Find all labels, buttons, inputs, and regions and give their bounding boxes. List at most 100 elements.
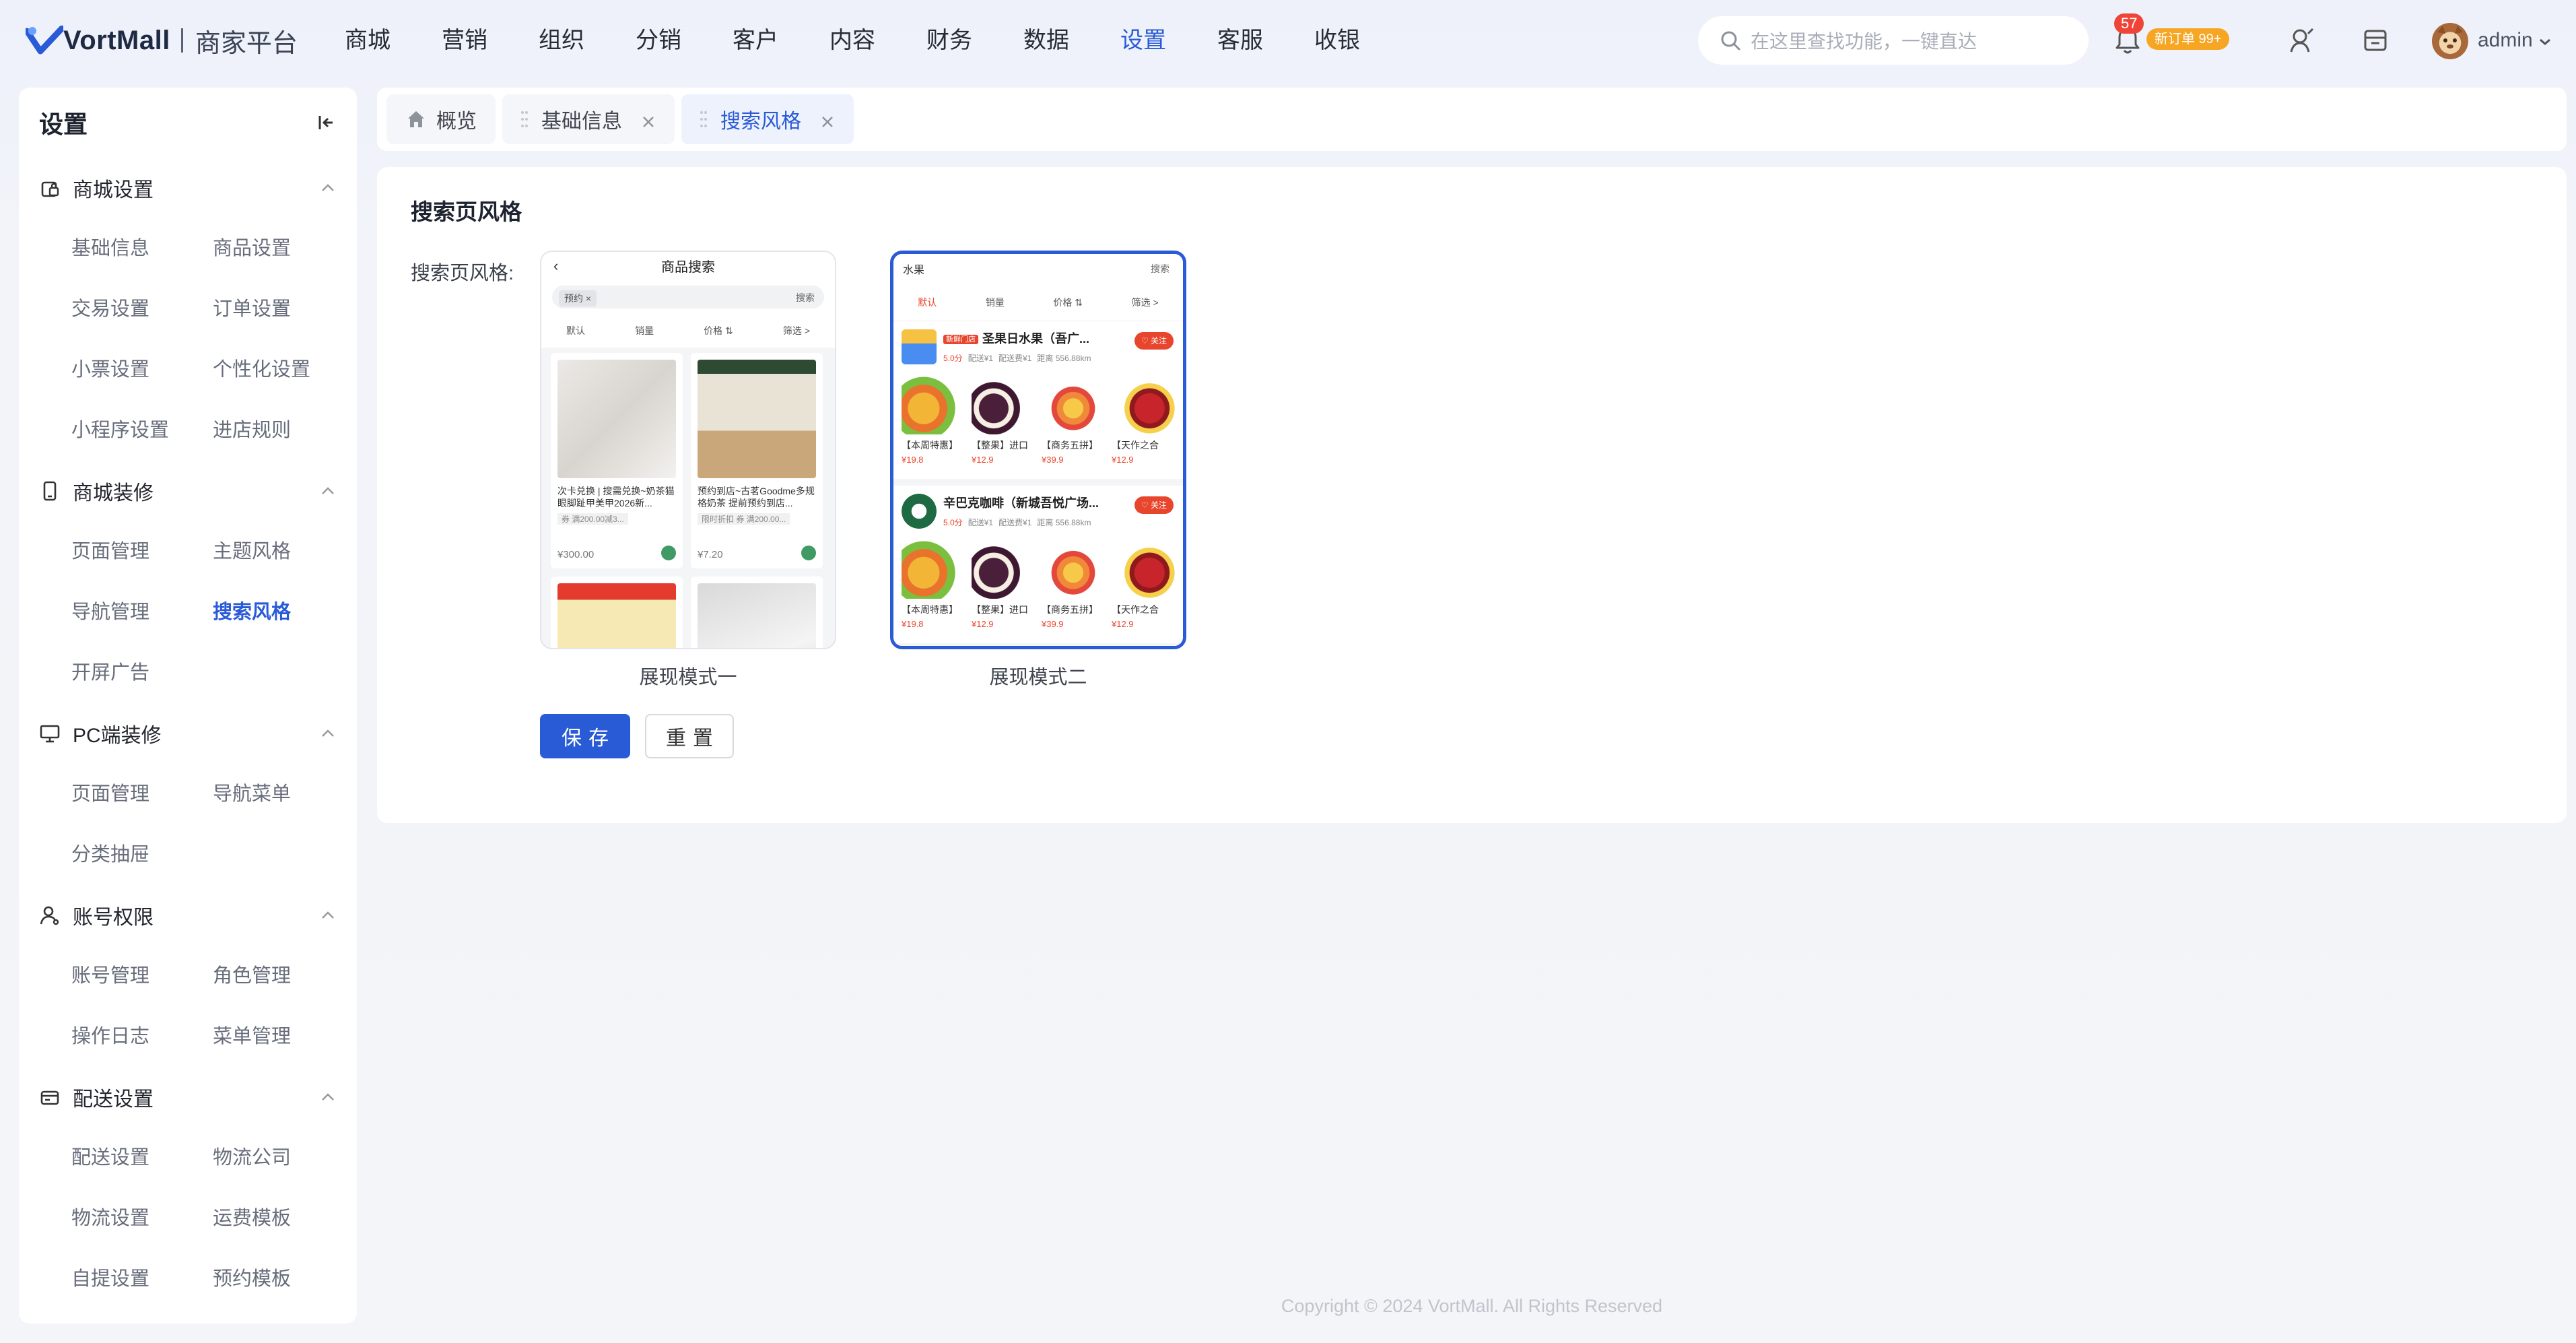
- shop-name-text: 圣果日水果（吾广...: [982, 332, 1090, 346]
- chevron-up-icon: [319, 907, 337, 924]
- style-option-mode-2[interactable]: 水果 搜索 默认 销量 价格 ⇅ 筛选 > 新鲜门店 圣果日水果（吾广... 5.0分 配送…: [890, 251, 1186, 649]
- goods-item: 【商务五拼】 ¥39.9: [1042, 376, 1105, 465]
- goods-image: [1112, 376, 1175, 434]
- style-option-mode-1[interactable]: ‹ 商品搜索 预约 × 搜索 默认 销量 价格 ⇅ 筛选 > 次卡兑换 | 搜需兑换~…: [540, 251, 836, 649]
- tab-0[interactable]: 概览: [386, 94, 496, 144]
- save-button[interactable]: 保存: [540, 714, 630, 758]
- goods-image: [902, 376, 965, 434]
- goods-item: 【整果】进口 ¥12.9: [972, 376, 1035, 465]
- sidebar-group-items: 账号管理 角色管理 操作日志 菜单管理: [19, 946, 357, 1067]
- drag-handle-icon[interactable]: [700, 110, 707, 128]
- goods-name: 【整果】进口: [972, 604, 1028, 615]
- chevron-down-icon: [2540, 38, 2551, 45]
- logo-text: VortMall: [63, 25, 170, 55]
- sidebar-item[interactable]: 预约模板: [213, 1249, 354, 1309]
- goods-name: 【整果】进口: [972, 440, 1028, 451]
- goods-item: 【本周特惠】 ¥19.8: [902, 541, 965, 629]
- logo-v-icon: [24, 25, 65, 55]
- user-menu[interactable]: admin: [2478, 27, 2552, 54]
- goods-item: 【本周特惠】 ¥19.8: [902, 376, 965, 465]
- goods-price: ¥19.8: [902, 619, 924, 629]
- feature-search-input[interactable]: 在这里查找功能，一键直达: [1698, 16, 2089, 65]
- sidebar-item[interactable]: 页面管理: [71, 764, 213, 824]
- preview2-search-button: 搜索: [1151, 263, 1170, 274]
- new-order-badge[interactable]: 新订单 99+: [2146, 28, 2230, 50]
- sidebar-item[interactable]: 搜索风格: [213, 582, 354, 643]
- shop-min: 配送费¥1: [998, 354, 1032, 363]
- sidebar-item[interactable]: 基础信息: [71, 218, 213, 279]
- drag-handle-icon[interactable]: [521, 110, 528, 128]
- sidebar-item[interactable]: 分类抽屉: [71, 824, 213, 885]
- product-coupon: 券 满200.00减3...: [557, 513, 628, 525]
- brand-logo[interactable]: VortMall 商家平台: [24, 22, 298, 59]
- collapse-sidebar-icon[interactable]: [316, 112, 337, 133]
- search-placeholder: 在这里查找功能，一键直达: [1751, 31, 1977, 52]
- delivery-icon: [39, 1086, 61, 1108]
- close-icon[interactable]: [820, 112, 835, 127]
- sidebar-item[interactable]: 菜单管理: [213, 1006, 354, 1067]
- sidebar-item[interactable]: 运费模板: [213, 1188, 354, 1249]
- sidebar-item[interactable]: 交易设置: [71, 279, 213, 339]
- cart-icon: [801, 546, 816, 560]
- topnav-item-10[interactable]: 收银: [1314, 20, 1411, 61]
- tab-1[interactable]: 基础信息: [502, 94, 675, 144]
- topnav-item-9[interactable]: 客服: [1217, 20, 1314, 61]
- preview1-search-box: 预约 × 搜索: [552, 286, 824, 308]
- sidebar-item[interactable]: 开屏广告: [71, 643, 213, 703]
- sidebar-item[interactable]: 自提设置: [71, 1249, 213, 1309]
- topnav-item-7[interactable]: 数据: [1023, 20, 1120, 61]
- topnav-item-0[interactable]: 商城: [345, 20, 442, 61]
- sidebar-item[interactable]: 小程序设置: [71, 400, 213, 461]
- goods-name: 【天作之合: [1112, 440, 1159, 451]
- shop-goods: 【本周特惠】 ¥19.8 【整果】进口 ¥12.9 【商务五拼】 ¥39.9 【天作之合 ¥1…: [902, 376, 1175, 465]
- product-price: ¥7.20: [698, 549, 723, 560]
- topnav-item-5[interactable]: 内容: [829, 20, 926, 61]
- topnav-item-1[interactable]: 营销: [442, 20, 539, 61]
- sidebar-item[interactable]: 商品设置: [213, 218, 354, 279]
- store-icon[interactable]: [2362, 27, 2389, 54]
- sidebar-item[interactable]: 导航管理: [71, 582, 213, 643]
- topnav-item-6[interactable]: 财务: [926, 20, 1023, 61]
- sidebar-item[interactable]: 主题风格: [213, 521, 354, 582]
- sidebar-group-0[interactable]: 商城设置: [19, 158, 357, 218]
- close-icon[interactable]: [641, 112, 656, 127]
- goods-name: 【本周特惠】: [902, 604, 958, 615]
- topnav-item-8[interactable]: 设置: [1120, 20, 1217, 61]
- sidebar-item[interactable]: 个性化设置: [213, 339, 354, 400]
- username: admin: [2478, 29, 2533, 51]
- sidebar-item[interactable]: 订单设置: [213, 279, 354, 339]
- shop-card: 辛巴克咖啡（新城吾悦广场... 5.0分 配送¥1 配送费¥1 距离 556.88km ♡…: [893, 486, 1183, 646]
- preview1-product-grid: 次卡兑换 | 搜需兑换~奶茶猫眼脚趾甲美甲2026新... 券 满200.00减3…: [541, 353, 835, 648]
- topnav-item-3[interactable]: 分销: [636, 20, 733, 61]
- goods-image: [1042, 376, 1105, 434]
- sidebar-item[interactable]: 配送设置: [71, 1127, 213, 1188]
- sidebar-group-2[interactable]: PC端装修: [19, 703, 357, 764]
- sidebar-item[interactable]: 小票设置: [71, 339, 213, 400]
- sidebar-group-3[interactable]: 账号权限: [19, 885, 357, 946]
- goods-item: 【商务五拼】 ¥39.9: [1042, 541, 1105, 629]
- sidebar-group-4[interactable]: 配送设置: [19, 1067, 357, 1127]
- reset-button[interactable]: 重置: [645, 714, 734, 758]
- copyright-footer: Copyright © 2024 VortMall. All Rights Re…: [1281, 1296, 1663, 1316]
- sidebar-item[interactable]: 操作日志: [71, 1006, 213, 1067]
- sidebar-item[interactable]: 导航菜单: [213, 764, 354, 824]
- sidebar-item[interactable]: 页面管理: [71, 521, 213, 582]
- user-avatar[interactable]: [2432, 23, 2468, 59]
- sidebar-item[interactable]: 地图设置: [213, 1309, 354, 1323]
- sort-option: 筛选 >: [782, 325, 810, 336]
- sidebar-item[interactable]: 账号管理: [71, 946, 213, 1006]
- cart-icon: [661, 546, 676, 560]
- customer-service-icon[interactable]: [2288, 27, 2315, 54]
- sidebar-group-1[interactable]: 商城装修: [19, 461, 357, 521]
- product-price: ¥300.00: [557, 549, 595, 560]
- topnav-item-4[interactable]: 客户: [733, 20, 829, 61]
- sidebar-item[interactable]: 角色管理: [213, 946, 354, 1006]
- topnav-item-2[interactable]: 组织: [539, 20, 636, 61]
- goods-image: [972, 376, 1035, 434]
- sidebar-item[interactable]: 同城配送: [71, 1309, 213, 1323]
- product-name: 次卡兑换 | 搜需兑换~奶茶猫眼脚趾甲美甲2026新...: [557, 486, 675, 509]
- sidebar-item[interactable]: 进店规则: [213, 400, 354, 461]
- sidebar-item[interactable]: 物流设置: [71, 1188, 213, 1249]
- tab-2[interactable]: 搜索风格: [681, 94, 854, 144]
- sidebar-item[interactable]: 物流公司: [213, 1127, 354, 1188]
